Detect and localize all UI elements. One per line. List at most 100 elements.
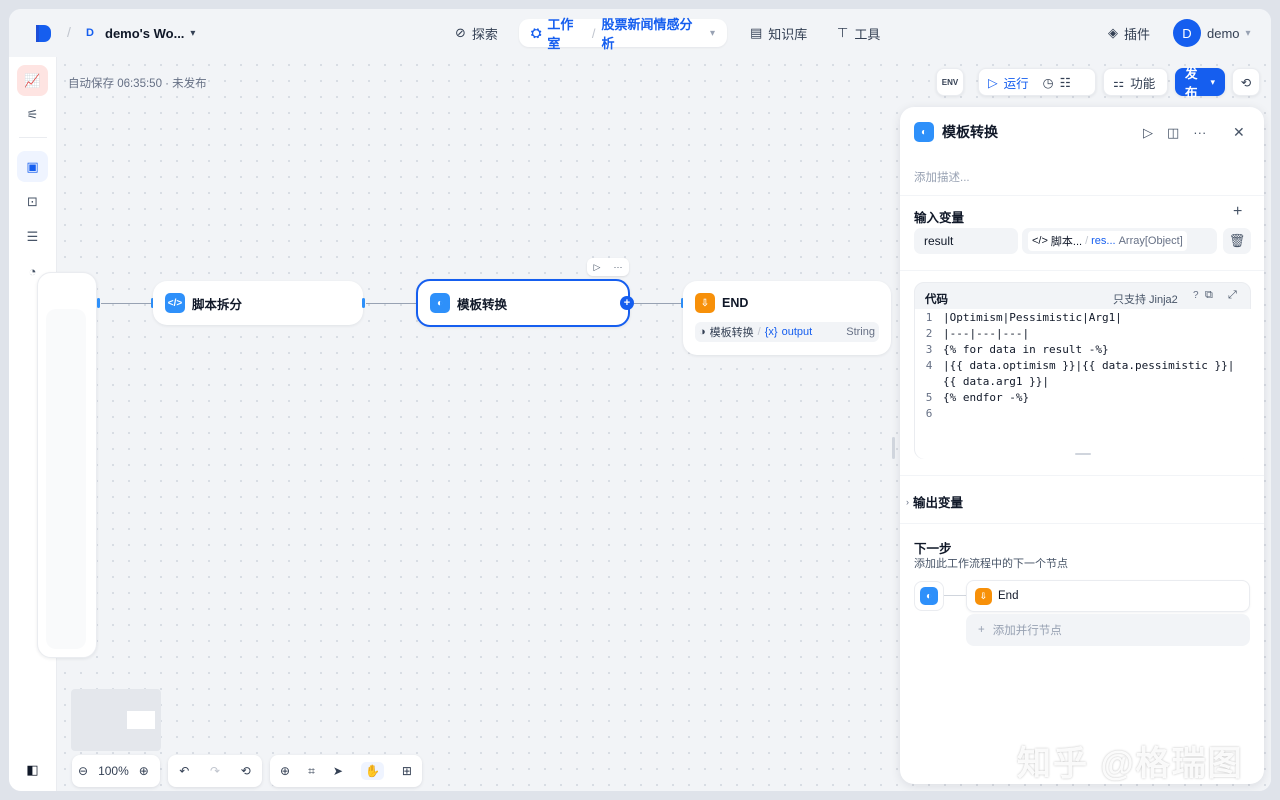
- add-node-plus-icon[interactable]: +: [620, 296, 634, 310]
- more-icon[interactable]: ···: [613, 262, 622, 272]
- code-editor[interactable]: 代码 只支持 Jinja2 ? ⧉ ⤢ 1 |Optimism|Pessimist…: [914, 282, 1252, 459]
- env-button[interactable]: ENV: [936, 68, 964, 96]
- node-script-split[interactable]: </> 脚本拆分: [153, 281, 363, 325]
- node-title: END: [722, 296, 749, 310]
- var-name-input[interactable]: result: [914, 228, 1018, 254]
- app-icon[interactable]: 📈: [17, 65, 48, 96]
- next-node-end[interactable]: ⇩ End: [966, 580, 1250, 612]
- node-title: 模板转换: [457, 297, 508, 312]
- edge: [366, 303, 417, 304]
- features-button[interactable]: ⚏ 功能: [1103, 68, 1168, 96]
- panel-title[interactable]: 模板转换: [942, 122, 998, 142]
- trash-icon[interactable]: 🗑: [1223, 228, 1251, 254]
- add-parallel-node-button[interactable]: + 添加并行节点: [966, 614, 1250, 646]
- resize-handle[interactable]: [1075, 453, 1091, 455]
- workspace-name: demo's Wo...: [105, 25, 185, 41]
- logs-icon[interactable]: ☰: [17, 221, 48, 252]
- chevron-down-icon: ▾: [709, 27, 715, 39]
- copy-icon[interactable]: ⧉: [1205, 289, 1213, 302]
- zoom-out-icon[interactable]: ⊖: [78, 764, 88, 778]
- sidebar-toggle-icon[interactable]: ◧: [17, 754, 48, 785]
- var-field: res...: [1091, 235, 1116, 247]
- history-controls: ↶ ↷ ⟲: [168, 755, 262, 787]
- autosave-status: 自动保存 06:35:50 · 未发布: [68, 78, 207, 90]
- note-icon[interactable]: ⌗: [308, 764, 315, 779]
- minimap[interactable]: [71, 689, 161, 751]
- description-input[interactable]: 添加描述...: [914, 169, 970, 185]
- more-icon[interactable]: ···: [1193, 125, 1206, 141]
- node-template[interactable]: ◐ 模板转换: [416, 279, 630, 327]
- checklist-icon[interactable]: ◷: [1043, 75, 1054, 90]
- version-history-button[interactable]: ⟲: [1232, 68, 1260, 96]
- undo-icon[interactable]: ↶: [179, 764, 189, 778]
- run-button[interactable]: 运行: [1004, 73, 1029, 92]
- divider: [900, 270, 1264, 271]
- app-logo[interactable]: [36, 25, 51, 42]
- pointer-icon[interactable]: ➤: [333, 764, 343, 778]
- help-icon[interactable]: ?: [1193, 290, 1199, 301]
- node-handle[interactable]: [97, 298, 100, 308]
- chevron-down-icon: ▾: [190, 27, 196, 39]
- list-icon[interactable]: ☷: [1060, 75, 1071, 90]
- node-config-panel: ◐ 模板转换 ▷ ◫ ··· ✕ 添加描述... 输入变量 + result <…: [900, 107, 1264, 784]
- current-app-name[interactable]: 股票新闻情感分析: [601, 14, 704, 52]
- redo-icon[interactable]: ↷: [210, 764, 220, 778]
- nav-studio[interactable]: ⛭ 工作室 / 股票新闻情感分析 ▾: [519, 17, 727, 51]
- terminal-icon[interactable]: ⊡: [17, 186, 48, 217]
- output-vars-label: 输出变量: [913, 496, 964, 510]
- expand-icon[interactable]: ⤢: [1228, 289, 1237, 302]
- var-selector[interactable]: </> 脚本... / res... Array[Object]: [1022, 228, 1217, 254]
- history-icon[interactable]: ⟲: [241, 764, 251, 778]
- publish-button[interactable]: 发布 ▾: [1175, 67, 1225, 100]
- divider: [19, 137, 47, 138]
- play-icon[interactable]: ▷: [988, 75, 998, 90]
- code-icon: </>: [1032, 235, 1048, 247]
- chevron-right-icon: ›: [906, 496, 909, 507]
- hammer-icon: ⊤: [837, 25, 849, 40]
- hand-icon[interactable]: ✋: [360, 762, 384, 780]
- node-handle[interactable]: [362, 298, 365, 308]
- chevron-down-icon: ▾: [1245, 27, 1251, 39]
- run-toolbar: ▷ 运行 ◷ ☷: [978, 68, 1096, 96]
- workspace-switcher[interactable]: D demo's Wo... ▾: [81, 19, 195, 47]
- avatar: D: [1173, 19, 1201, 47]
- zoom-level[interactable]: 100%: [98, 764, 129, 778]
- close-icon[interactable]: ✕: [1233, 124, 1245, 141]
- input-vars-label: 输入变量: [914, 211, 965, 225]
- nav-knowledge[interactable]: ▤ 知识库: [750, 19, 807, 47]
- panel-resize-handle[interactable]: [892, 437, 895, 459]
- var-source: 脚本...: [1050, 236, 1083, 248]
- code-body[interactable]: 1 |Optimism|Pessimistic|Arg1| 2 |---|---|-…: [915, 309, 1252, 459]
- watermark: 知乎 @格瑞图: [1017, 745, 1244, 783]
- zoom-in-icon[interactable]: ⊕: [139, 764, 149, 778]
- next-node-label: End: [998, 590, 1019, 602]
- minimap-viewport: [127, 711, 155, 729]
- add-parallel-label: 添加并行节点: [992, 625, 1062, 637]
- output-vars-toggle[interactable]: › 输出变量: [906, 492, 963, 511]
- settings-sliders-icon[interactable]: ⚟: [17, 99, 48, 130]
- workspace-badge: D: [86, 27, 94, 39]
- add-variable-icon[interactable]: +: [1233, 203, 1242, 221]
- split-view-icon[interactable]: ◫: [1167, 125, 1179, 141]
- orchestrate-icon[interactable]: ▣: [17, 151, 48, 182]
- nav-knowledge-label: 知识库: [768, 26, 808, 42]
- nav-explore[interactable]: ⊘ 探索: [455, 19, 498, 47]
- separator: /: [757, 326, 761, 338]
- add-node-icon[interactable]: ⊕: [280, 764, 290, 778]
- separator: /: [591, 25, 596, 41]
- organize-icon[interactable]: ⊞: [402, 764, 412, 778]
- nav-studio-label: 工作室: [547, 17, 574, 51]
- start-node-partial[interactable]: [37, 272, 97, 658]
- user-menu[interactable]: D demo ▾: [1173, 19, 1251, 47]
- plugins-button[interactable]: ◈ 插件: [1108, 19, 1150, 47]
- canvas-tools: ⊕ ⌗ ➤ ✋ ⊞: [270, 755, 422, 787]
- template-icon: ◑: [699, 326, 706, 338]
- cube-icon: ◈: [1108, 25, 1118, 40]
- play-icon[interactable]: ▷: [1143, 125, 1153, 141]
- var-type: String: [846, 326, 875, 338]
- nav-tools[interactable]: ⊤ 工具: [837, 19, 880, 47]
- play-icon[interactable]: ▷: [594, 262, 601, 273]
- publish-label: 发布: [1185, 67, 1198, 100]
- template-icon: ◐: [914, 122, 934, 142]
- node-end[interactable]: ⇩ END ◑ 模板转换 / {x} output String: [683, 281, 891, 355]
